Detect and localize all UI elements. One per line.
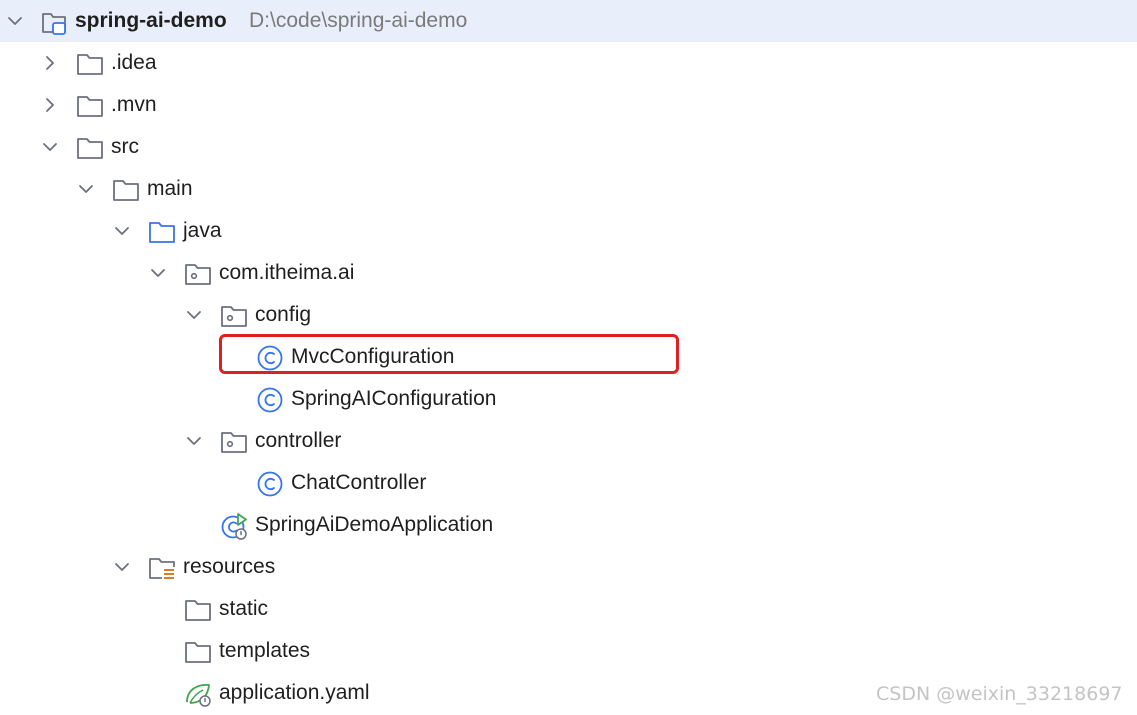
package-icon [184, 260, 212, 288]
tree-row-static[interactable]: static [0, 588, 1137, 630]
tree-row-src[interactable]: src [0, 126, 1137, 168]
folder-icon [112, 176, 140, 204]
chevron-down-icon[interactable] [148, 263, 168, 283]
tree-item-label: src [111, 135, 139, 158]
tree-row-main[interactable]: main [0, 168, 1137, 210]
tree-item-label: .idea [111, 51, 157, 74]
chevron-right-icon[interactable] [40, 53, 60, 73]
tree-row-templates[interactable]: templates [0, 630, 1137, 672]
folder-icon [76, 50, 104, 78]
class-icon [256, 386, 284, 414]
tree-item-label: main [147, 177, 193, 200]
folder-icon [184, 596, 212, 624]
tree-row-mvn[interactable]: .mvn [0, 84, 1137, 126]
watermark: CSDN @weixin_33218697 [876, 683, 1123, 705]
tree-row-project-root[interactable]: spring-ai-demo D:\code\spring-ai-demo [0, 0, 1137, 42]
package-icon [220, 428, 248, 456]
chevron-down-icon[interactable] [184, 305, 204, 325]
tree-row-package[interactable]: com.itheima.ai [0, 252, 1137, 294]
chevron-down-icon[interactable] [5, 11, 25, 31]
chevron-down-icon[interactable] [112, 221, 132, 241]
tree-item-label: com.itheima.ai [219, 261, 355, 284]
spring-boot-application-icon [220, 512, 248, 540]
tree-item-label: .mvn [111, 93, 157, 116]
tree-item-label: controller [255, 429, 342, 452]
chevron-right-icon[interactable] [40, 95, 60, 115]
tree-row-java[interactable]: java [0, 210, 1137, 252]
tree-item-label: ChatController [291, 471, 427, 494]
package-icon [220, 302, 248, 330]
highlight-box [219, 334, 679, 374]
source-folder-icon [148, 218, 176, 246]
tree-item-label: templates [219, 639, 311, 662]
module-icon [40, 8, 68, 36]
chevron-down-icon[interactable] [112, 557, 132, 577]
tree-item-label: config [255, 303, 312, 326]
folder-icon [76, 92, 104, 120]
class-icon [256, 470, 284, 498]
tree-item-label: static [219, 597, 269, 620]
folder-icon [184, 638, 212, 666]
chevron-down-icon[interactable] [40, 137, 60, 157]
project-path: D:\code\spring-ai-demo [249, 9, 468, 32]
spring-yaml-icon [184, 680, 212, 708]
resources-folder-icon [148, 554, 176, 582]
project-name: spring-ai-demo [75, 9, 227, 32]
tree-item-label: SpringAIConfiguration [291, 387, 497, 410]
tree-row-controller[interactable]: controller [0, 420, 1137, 462]
chevron-down-icon[interactable] [76, 179, 96, 199]
folder-icon [76, 134, 104, 162]
tree-row-chat-controller[interactable]: ChatController [0, 462, 1137, 504]
tree-item-label: java [183, 219, 222, 242]
tree-row-resources[interactable]: resources [0, 546, 1137, 588]
tree-item-label: application.yaml [219, 681, 370, 704]
tree-row-application-class[interactable]: SpringAiDemoApplication [0, 504, 1137, 546]
tree-row-idea[interactable]: .idea [0, 42, 1137, 84]
tree-row-springai-configuration[interactable]: SpringAIConfiguration [0, 378, 1137, 420]
tree-row-config[interactable]: config [0, 294, 1137, 336]
tree-item-label: resources [183, 555, 276, 578]
tree-item-label: SpringAiDemoApplication [255, 513, 494, 536]
chevron-down-icon[interactable] [184, 431, 204, 451]
